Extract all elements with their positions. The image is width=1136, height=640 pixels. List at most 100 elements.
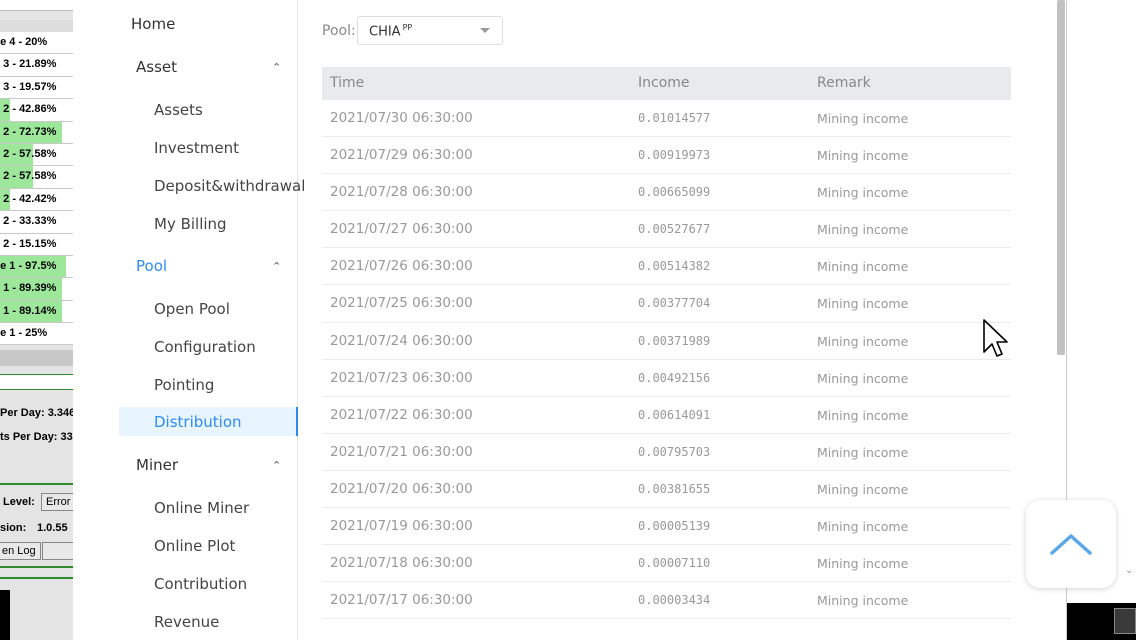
table-row: 2021/07/23 06:30:00 0.00492156 Mining inco… [322, 360, 1011, 397]
cell-remark: Mining income [817, 111, 909, 126]
cell-time: 2021/07/25 06:30:00 [330, 295, 473, 312]
table-header: Time Income Remark [322, 67, 1011, 100]
sidebar-item-pointing[interactable]: Pointing [154, 376, 214, 394]
phase-row: se 1 - 97.5% [0, 255, 73, 279]
background-app-progress-bar [0, 374, 73, 390]
scroll-down-arrow-icon[interactable]: ⌄ [1125, 565, 1133, 576]
table-row: 2021/07/22 06:30:00 0.00614091 Mining inco… [322, 397, 1011, 434]
phase-row: e 2 - 33.33% [0, 211, 73, 234]
background-app-panel: se 4 - 20% e 3 - 21.89% e 3 - 19.57% e 2 - … [0, 0, 73, 640]
cell-time: 2021/07/27 06:30:00 [330, 221, 473, 238]
table-row: 2021/07/30 06:30:00 0.01014577 Mining inco… [322, 100, 1011, 138]
table-row: 2021/07/25 06:30:00 0.00377704 Mining inco… [322, 285, 1011, 323]
cell-income: 0.00377704 [638, 296, 711, 311]
phase-label: e 2 - 42.42% [0, 192, 57, 205]
cell-remark: Mining income [817, 148, 909, 164]
chevron-up-icon[interactable]: ⌃ [272, 459, 281, 472]
phase-row: e 2 - 57.58% [0, 143, 73, 167]
phase-row: e 3 - 19.57% [0, 76, 73, 100]
background-app-divider-2 [0, 566, 73, 568]
cell-time: 2021/07/18 06:30:00 [330, 555, 473, 572]
cell-time: 2021/07/22 06:30:00 [330, 406, 473, 423]
chevron-up-icon[interactable]: ⌃ [272, 260, 281, 273]
cell-remark: Mining income [817, 444, 909, 460]
sidebar-item-home[interactable]: Home [131, 15, 175, 33]
phase-label: e 2 - 15.15% [0, 237, 57, 250]
background-app-divider-3 [0, 577, 73, 579]
sidebar-item-assets[interactable]: Assets [154, 101, 203, 119]
phase-list: se 4 - 20% e 3 - 21.89% e 3 - 19.57% e 2 - … [0, 32, 73, 346]
table-row: 2021/07/24 06:30:00 0.00371989 Mining inco… [322, 323, 1011, 360]
sidebar-item-revenue[interactable]: Revenue [154, 613, 219, 631]
phase-label: e 3 - 21.89% [0, 58, 57, 71]
cell-income: 0.00492156 [638, 370, 711, 385]
cell-time: 2021/07/30 06:30:00 [330, 110, 473, 126]
phase-label: e 2 - 72.73% [0, 125, 57, 138]
open-log-button[interactable]: en Log [0, 542, 41, 560]
chevron-up-icon[interactable]: ⌃ [272, 61, 281, 74]
cell-income: 0.01014577 [638, 111, 711, 125]
log-level-select[interactable]: Error [41, 493, 73, 511]
cell-remark: Mining income [817, 556, 909, 572]
cell-remark: Mining income [817, 296, 909, 312]
cell-income: 0.00527677 [638, 222, 711, 237]
back-to-top-button[interactable] [1026, 500, 1116, 588]
phase-row: e 1 - 89.14% [0, 300, 73, 324]
sidebar-group-asset[interactable]: Asset [136, 58, 177, 76]
phase-row: e 3 - 21.89% [0, 54, 73, 77]
sidebar-item-investment[interactable]: Investment [154, 139, 239, 157]
sidebar-group-pool[interactable]: Pool [136, 257, 167, 275]
sidebar-item-configuration[interactable]: Configuration [154, 338, 256, 356]
phase-label: e 1 - 89.39% [0, 282, 57, 295]
per-day-stat-2: ts Per Day: 33 [0, 431, 73, 443]
pool-select-value: CHIA PP [369, 23, 412, 39]
sidebar-menu: Home Asset ⌃ Assets Investment Deposit&w… [73, 0, 305, 640]
sidebar-item-deposit-withdrawal[interactable]: Deposit&withdrawal [154, 177, 305, 195]
version-value: 1.0.55 [37, 522, 68, 534]
cell-remark: Mining income [817, 481, 909, 497]
table-body: 2021/07/30 06:30:00 0.01014577 Mining inco… [322, 100, 1011, 620]
cell-time: 2021/07/20 06:30:00 [330, 480, 473, 497]
cell-time: 2021/07/19 06:30:00 [330, 518, 473, 535]
sidebar-item-online-plot[interactable]: Online Plot [154, 537, 235, 555]
background-app-header [0, 20, 73, 32]
cell-income: 0.00007110 [638, 556, 711, 571]
phase-row: se 1 - 25% [0, 323, 73, 346]
column-header-time[interactable]: Time [330, 67, 364, 99]
cell-remark: Mining income [817, 519, 909, 535]
pool-filter-label: Pool: [322, 23, 356, 39]
sidebar-item-my-billing[interactable]: My Billing [154, 215, 227, 233]
version-label: sion: [0, 522, 27, 534]
sidebar-group-miner[interactable]: Miner [136, 456, 178, 474]
main-window: Home Asset ⌃ Assets Investment Deposit&w… [73, 0, 1067, 640]
pool-select[interactable]: CHIA PP [357, 16, 503, 45]
cell-remark: Mining income [817, 593, 909, 609]
cell-remark: Mining income [817, 333, 909, 349]
log-level-label: Level: [3, 496, 35, 508]
sidebar-item-open-pool[interactable]: Open Pool [154, 300, 230, 318]
background-app-button[interactable] [42, 542, 73, 560]
phase-row: e 2 - 42.42% [0, 188, 73, 212]
table-row: 2021/07/29 06:30:00 0.00919973 Mining inco… [322, 137, 1011, 175]
scrollbar-thumb[interactable] [1057, 0, 1065, 355]
cell-time: 2021/07/17 06:30:00 [330, 592, 473, 609]
cell-remark: Mining income [817, 185, 909, 201]
table-row: 2021/07/28 06:30:00 0.00665099 Mining inco… [322, 174, 1011, 212]
table-row: 2021/07/21 06:30:00 0.00795703 Mining inco… [322, 434, 1011, 471]
column-header-income[interactable]: Income [638, 67, 690, 99]
background-app-black-strip [0, 590, 10, 640]
sidebar-item-online-miner[interactable]: Online Miner [154, 499, 249, 517]
sidebar-item-contribution[interactable]: Contribution [154, 575, 247, 593]
cell-income: 0.00665099 [638, 185, 711, 200]
phase-label: e 2 - 57.58% [0, 147, 57, 160]
cell-income: 0.00514382 [638, 259, 711, 274]
tray-app-icon[interactable] [1114, 608, 1136, 634]
phase-label: e 3 - 19.57% [0, 80, 57, 93]
cell-time: 2021/07/26 06:30:00 [330, 258, 473, 275]
sidebar-item-distribution[interactable]: Distribution [154, 413, 242, 431]
phase-label: e 2 - 42.86% [0, 103, 57, 116]
cell-time: 2021/07/24 06:30:00 [330, 332, 473, 349]
column-header-remark[interactable]: Remark [817, 67, 871, 99]
table-row: 2021/07/17 06:30:00 0.00003434 Mining inco… [322, 582, 1011, 620]
background-app-topbar [0, 0, 73, 11]
